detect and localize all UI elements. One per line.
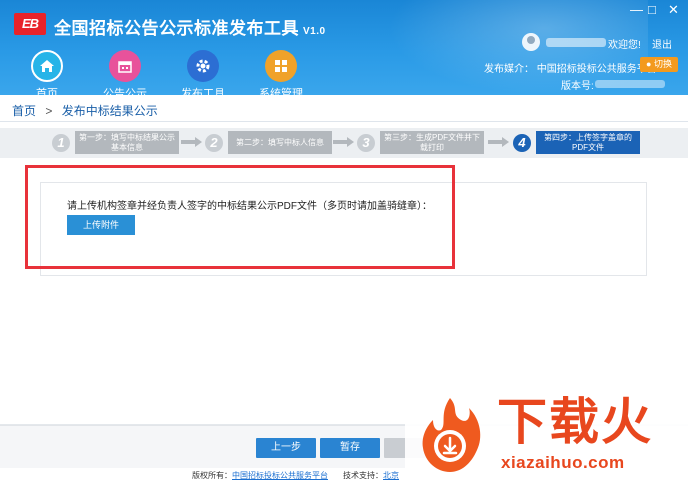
step-number: 4 [513, 133, 531, 152]
watermark-brand: 下载火 [497, 393, 653, 451]
step-arrow-icon [488, 137, 510, 147]
username-redacted [546, 38, 606, 47]
step-4: 4 第四步：上传签字盖章的PDF文件 [513, 131, 640, 154]
copyright-link[interactable]: 中国招标投标公共服务平台 [232, 470, 328, 481]
breadcrumb: 首页 > 发布中标结果公示 [12, 102, 164, 119]
user-area: 欢迎您! 退出 [522, 33, 682, 51]
calendar-icon [109, 50, 141, 82]
avatar [522, 33, 540, 51]
version-label: 版本号: [561, 81, 594, 92]
nav-label: 首页 [36, 88, 58, 95]
highlight-box [25, 165, 455, 269]
gear-icon [187, 50, 219, 82]
app-title-text: 全国招标公告公示标准发布工具 [54, 19, 299, 38]
step-2: 2 第二步：填写中标人信息 [205, 131, 332, 154]
step-label: 第一步：填写中标结果公示基本信息 [75, 131, 179, 154]
watermark-domain: xiazaihuo.com [501, 453, 625, 472]
nav-item-system[interactable]: 系统管理 [244, 50, 318, 95]
step-arrow-icon [333, 137, 355, 147]
puzzle-icon [265, 50, 297, 82]
tech-support-label: 技术支持： [343, 471, 383, 480]
flame-logo-icon [422, 398, 481, 472]
nav-label: 发布工具 [181, 88, 225, 95]
step-number: 1 [52, 133, 70, 152]
step-3: 3 第三步：生成PDF文件并下载打印 [357, 131, 484, 154]
app-version: V1.0 [303, 26, 326, 37]
nav-label: 公告公示 [103, 88, 147, 95]
tech-support-link[interactable]: 北京 [383, 470, 399, 481]
copyright-label: 版权所有： [192, 471, 232, 480]
close-button[interactable]: ✕ [668, 3, 679, 17]
publish-media: 发布媒介： 中国招标投标公共服务平台 [484, 64, 657, 75]
app-title: 全国招标公告公示标准发布工具 V1.0 [54, 14, 326, 39]
step-label: 第三步：生成PDF文件并下载打印 [380, 131, 484, 154]
divider [0, 121, 688, 122]
welcome-text: 欢迎您! [608, 40, 641, 51]
switch-button[interactable]: ● 切换 [640, 57, 678, 72]
main-nav: 首页 公告公示 发布工具 系统管理 [10, 50, 322, 95]
nav-item-home[interactable]: 首页 [10, 50, 84, 95]
step-label: 第四步：上传签字盖章的PDF文件 [536, 131, 640, 154]
step-label: 第二步：填写中标人信息 [228, 131, 332, 154]
breadcrumb-current: 发布中标结果公示 [61, 104, 158, 118]
app-logo: EB [14, 13, 46, 35]
breadcrumb-separator: > [45, 104, 53, 118]
step-number: 2 [205, 133, 223, 152]
nav-item-tools[interactable]: 发布工具 [166, 50, 240, 95]
step-arrow-icon [181, 137, 203, 147]
save-draft-button[interactable]: 暂存 [320, 438, 380, 458]
home-icon [31, 50, 63, 82]
app-header: EB 全国招标公告公示标准发布工具 V1.0 — □ ✕ 首页 公告公示 发布工具 [0, 0, 688, 95]
step-number: 3 [357, 133, 375, 152]
nav-item-notice[interactable]: 公告公示 [88, 50, 162, 95]
step-bar: 1 第一步：填写中标结果公示基本信息 2 第二步：填写中标人信息 3 第三步：生… [0, 128, 688, 158]
prev-step-button[interactable]: 上一步 [256, 438, 316, 458]
version-redacted [595, 80, 665, 88]
minimize-button[interactable]: — [630, 3, 643, 17]
nav-label: 系统管理 [259, 88, 303, 95]
logout-link[interactable]: 退出 [652, 36, 672, 51]
breadcrumb-home[interactable]: 首页 [12, 104, 36, 118]
watermark: 下载火 xiazaihuo.com [405, 392, 688, 481]
step-1: 1 第一步：填写中标结果公示基本信息 [52, 131, 179, 154]
maximize-button[interactable]: □ [648, 3, 656, 17]
